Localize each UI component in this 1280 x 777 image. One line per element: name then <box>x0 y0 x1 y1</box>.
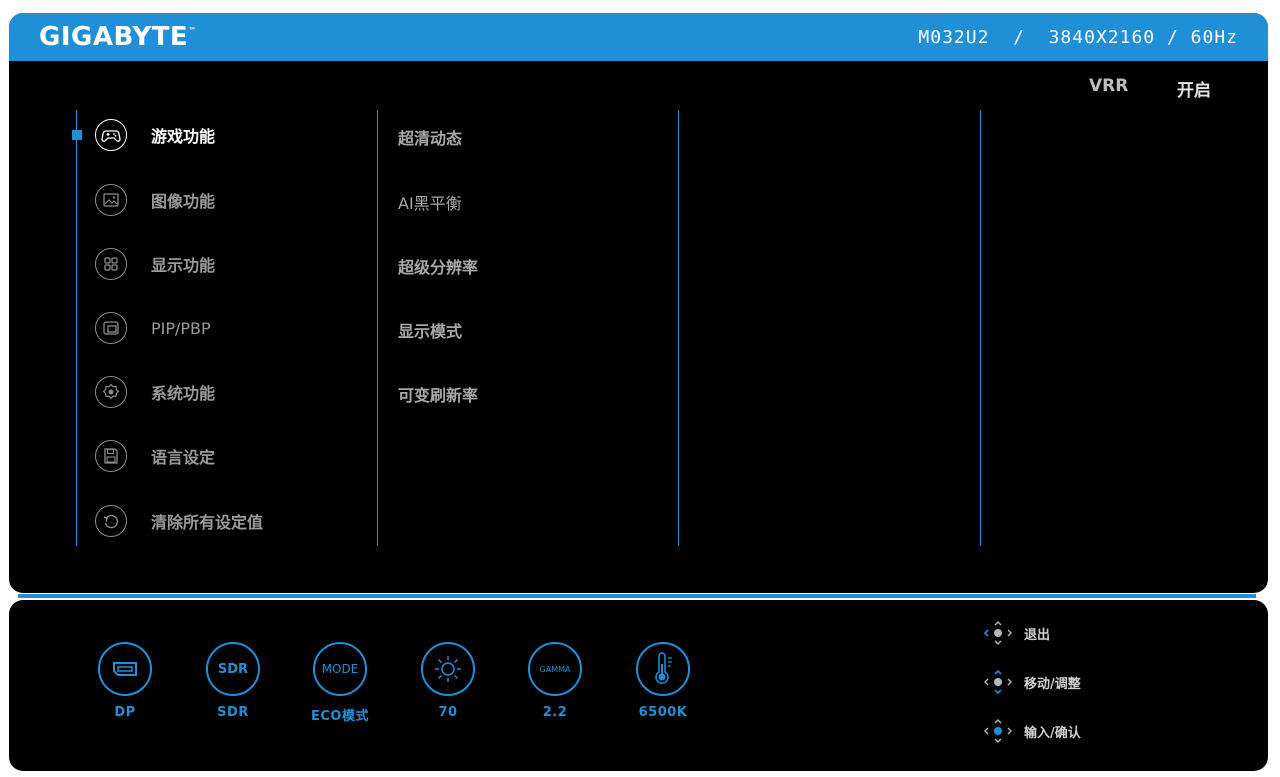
submenu-item-overdrive[interactable]: 超清动态 <box>398 125 462 149</box>
save-icon <box>95 440 127 472</box>
menu-item-display[interactable]: 显示功能 <box>95 247 215 281</box>
submenu-item-display-mode[interactable]: 显示模式 <box>398 318 462 342</box>
sdr-icon: SDR <box>206 642 260 696</box>
displayport-icon <box>98 642 152 696</box>
pip-icon <box>95 312 127 344</box>
menu-item-label: 显示功能 <box>151 256 216 275</box>
menu-divider-4 <box>980 110 981 546</box>
joystick-move-icon <box>984 670 1012 694</box>
menu-divider-3 <box>678 110 679 546</box>
reset-icon <box>95 505 127 537</box>
qs-label: DP <box>114 705 136 720</box>
qs-label: 6500K <box>638 705 688 720</box>
menu-item-reset[interactable]: 清除所有设定值 <box>95 504 263 538</box>
qs-color-temp: 6500K <box>628 642 698 720</box>
trademark: ™ <box>188 26 197 35</box>
menu-divider-1 <box>76 110 77 546</box>
status-value: 开启 <box>1177 81 1211 101</box>
hint-enter: 输入/确认 <box>984 719 1081 743</box>
mode-icon: MODE <box>313 642 367 696</box>
panel-divider <box>18 594 1256 598</box>
gamma-icon-text: GAMMA <box>539 664 571 674</box>
hint-move: 移动/调整 <box>984 670 1081 694</box>
qs-label: ECO模式 <box>311 709 369 724</box>
menu-item-label: PIP/PBP <box>151 318 211 338</box>
gamepad-icon <box>95 119 127 151</box>
hint-label: 移动/调整 <box>1024 676 1081 692</box>
header-bar: GIGABYTE™ M032U2 / 3840X2160 / 60Hz <box>9 13 1268 61</box>
menu-item-label: 语言设定 <box>151 448 216 467</box>
hint-exit: 退出 <box>984 621 1050 645</box>
model-info: M032U2 / 3840X2160 / 60Hz <box>918 27 1238 48</box>
submenu-item-ai-black[interactable]: AI黑平衡 <box>398 190 462 214</box>
sdr-icon-text: SDR <box>217 661 249 677</box>
osd-main-panel: GIGABYTE™ M032U2 / 3840X2160 / 60Hz VRR … <box>9 13 1268 593</box>
menu-item-picture[interactable]: 图像功能 <box>95 183 215 217</box>
osd-status-panel: DP SDR SDR MODE ECO模式 70 GAMMA 2.2 6500K… <box>9 600 1268 771</box>
picture-icon <box>95 184 127 216</box>
qs-sdr: SDR SDR <box>198 642 268 720</box>
qs-input: DP <box>90 642 160 720</box>
menu-item-label: 游戏功能 <box>151 127 216 146</box>
hint-label: 退出 <box>1024 627 1051 643</box>
menu-item-label: 图像功能 <box>151 192 216 211</box>
menu-divider-2 <box>377 110 378 546</box>
joystick-enter-icon <box>984 719 1012 743</box>
qs-label: 70 <box>438 705 458 720</box>
joystick-exit-icon <box>984 621 1012 645</box>
thermometer-icon <box>636 642 690 696</box>
qs-label: SDR <box>217 705 249 720</box>
gear-icon <box>95 376 127 408</box>
grid-icon <box>95 248 127 280</box>
qs-brightness: 70 <box>413 642 483 720</box>
qs-gamma: GAMMA 2.2 <box>520 642 590 720</box>
menu-item-language[interactable]: 语言设定 <box>95 439 215 473</box>
submenu-item-super-resolution[interactable]: 超级分辨率 <box>398 254 478 278</box>
hint-label: 输入/确认 <box>1024 725 1081 741</box>
active-indicator <box>72 130 82 140</box>
menu-item-system[interactable]: 系统功能 <box>95 375 215 409</box>
menu-item-label: 系统功能 <box>151 384 216 403</box>
menu-item-label: 清除所有设定值 <box>151 513 264 532</box>
brightness-icon <box>421 642 475 696</box>
qs-label: 2.2 <box>542 705 568 720</box>
brand-logo: GIGABYTE™ <box>39 22 197 52</box>
qs-mode: MODE ECO模式 <box>305 642 375 724</box>
status-label: VRR <box>1089 76 1129 96</box>
gamma-icon: GAMMA <box>528 642 582 696</box>
menu-item-game[interactable]: 游戏功能 <box>95 118 215 152</box>
submenu-item-vrr[interactable]: 可变刷新率 <box>398 382 478 406</box>
brand-name: GIGABYTE <box>39 22 189 52</box>
mode-icon-text: MODE <box>321 662 359 676</box>
menu-item-pip[interactable]: PIP/PBP <box>95 311 211 345</box>
